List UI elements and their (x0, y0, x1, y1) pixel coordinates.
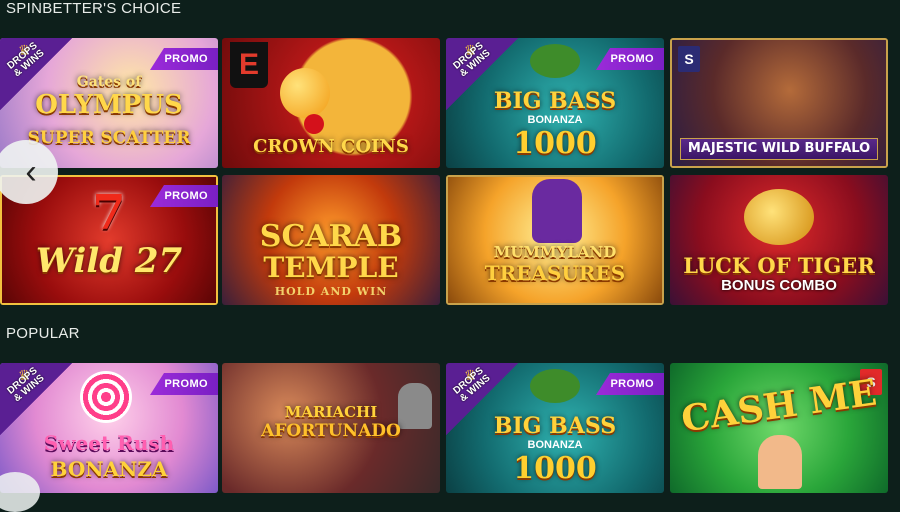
game-tile-sweet-rush-bonanza[interactable]: ♛ DROPS & WINS PROMO Sweet Rush BONANZA (0, 363, 218, 493)
game-tile-cash-me[interactable]: S CASH ME (670, 363, 888, 493)
cherry-icon (304, 114, 324, 134)
game-tile-big-bass-bonanza-1000[interactable]: ♛ DROPS & WINS PROMO BIG BASS BONANZA 100… (446, 38, 664, 168)
game-tile-luck-of-tiger[interactable]: LUCK OF TIGER BONUS COMBO (670, 175, 888, 305)
lollipop-icon (80, 371, 132, 423)
section-title-popular: POPULAR (6, 325, 80, 342)
game-tile-mariachi-afortunado[interactable]: MARIACHI AFORTUNADO (222, 363, 440, 493)
fish-icon (530, 44, 580, 78)
section-title-choice: SPINBETTER'S CHOICE (6, 0, 182, 17)
game-tile-mummyland-treasures[interactable]: MUMMYLAND TREASURES (446, 175, 664, 305)
gold-pot-icon (744, 189, 814, 245)
game-tile-big-bass-bonanza-1000-popular[interactable]: ♛ DROPS & WINS PROMO BIG BASS BONANZA 100… (446, 363, 664, 493)
provider-logo: E (230, 42, 268, 88)
orange-icon (280, 68, 330, 118)
game-tile-scarab-temple[interactable]: SCARAB TEMPLE HOLD AND WIN (222, 175, 440, 305)
mummy-icon (532, 179, 582, 243)
hand-icon (758, 435, 802, 489)
game-tile-majestic-wild-buffalo[interactable]: S MAJESTIC WILD BUFFALO (670, 38, 888, 168)
provider-logo: S (678, 46, 700, 72)
game-tile-crown-coins[interactable]: E CROWN COINS (222, 38, 440, 168)
fish-icon (530, 369, 580, 403)
chevron-left-icon: ‹ (25, 152, 37, 191)
